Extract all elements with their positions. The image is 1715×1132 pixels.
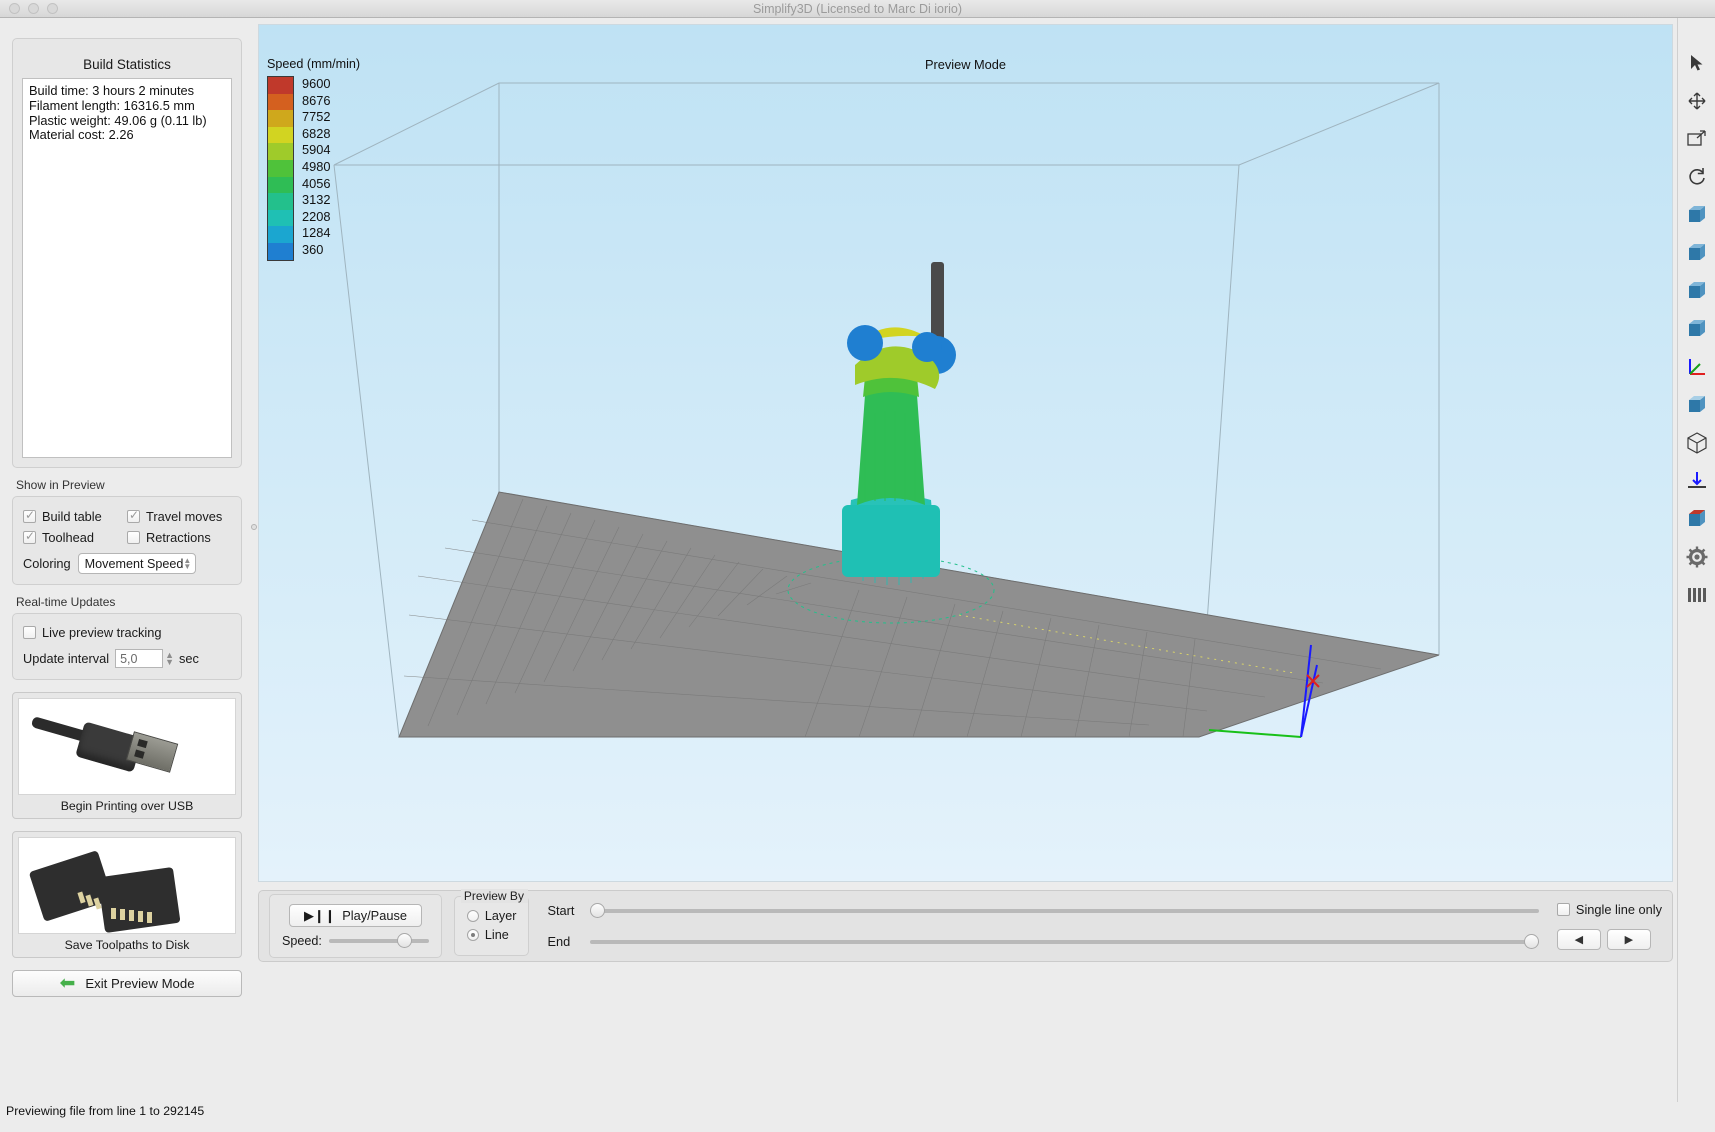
panel-splitter[interactable]: [250, 18, 258, 1102]
checkbox-build-table[interactable]: Build table: [23, 509, 127, 524]
settings-gear-icon[interactable]: [1682, 542, 1712, 572]
speed-slider-knob[interactable]: [397, 933, 412, 948]
update-interval-input[interactable]: [115, 649, 163, 668]
checkbox-retractions[interactable]: Retractions: [127, 530, 231, 545]
preview-by-group: Preview By Layer Line: [454, 896, 530, 956]
right-controls: Single line only ◀ ▶: [1557, 902, 1662, 950]
build-statistics-textbox: Build time: 3 hours 2 minutes Filament l…: [22, 78, 232, 458]
radio-preview-by-line[interactable]: Line: [467, 928, 517, 942]
view-top-icon[interactable]: [1682, 390, 1712, 420]
rotate-icon[interactable]: [1682, 162, 1712, 192]
coloring-selected-value: Movement Speed: [85, 557, 184, 571]
coloring-select[interactable]: Movement Speed ▲▼: [78, 553, 197, 574]
usb-connector-image: [18, 698, 236, 795]
update-interval-unit: sec: [179, 651, 199, 666]
right-toolbar: [1677, 18, 1715, 1102]
view-front-icon[interactable]: [1682, 200, 1712, 230]
move-icon[interactable]: [1682, 86, 1712, 116]
next-line-button[interactable]: ▶: [1607, 929, 1651, 950]
retractions-checkbox-box[interactable]: [127, 531, 140, 544]
save-toolpaths-to-disk-button[interactable]: Save Toolpaths to Disk: [12, 831, 242, 958]
interval-spinner-icon[interactable]: ▲▼: [165, 652, 174, 666]
toolhead-label: Toolhead: [42, 530, 94, 545]
stat-plastic-weight: Plastic weight: 49.06 g (0.11 lb): [29, 114, 225, 129]
cross-section-icon[interactable]: [1682, 504, 1712, 534]
window-title: Simplify3D (Licensed to Marc Di iorio): [0, 2, 1715, 16]
preview-by-label: Preview By: [461, 889, 529, 903]
end-slider-knob[interactable]: [1524, 934, 1539, 949]
live-preview-label: Live preview tracking: [42, 625, 162, 640]
start-slider-knob[interactable]: [590, 903, 605, 918]
window-title-bar: Simplify3D (Licensed to Marc Di iorio): [0, 0, 1715, 18]
view-right-icon[interactable]: [1682, 314, 1712, 344]
center-area: Preview Mode Speed (mm/min) 960086767752…: [258, 18, 1677, 1102]
radio-preview-by-layer[interactable]: Layer: [467, 909, 517, 923]
stat-build-time: Build time: 3 hours 2 minutes: [29, 84, 225, 99]
exit-preview-mode-button[interactable]: ⬅ Exit Preview Mode: [12, 970, 242, 997]
checkbox-travel-moves[interactable]: Travel moves: [127, 509, 231, 524]
coloring-label: Coloring: [23, 556, 71, 571]
build-statistics-group: Build Statistics Build time: 3 hours 2 m…: [12, 38, 242, 468]
speed-slider[interactable]: [329, 939, 429, 943]
bottom-sliver: [0, 1118, 1715, 1132]
toolpath-scene: [259, 25, 1673, 881]
play-pause-button[interactable]: ▶❙❙ Play/Pause: [289, 904, 422, 927]
exit-preview-mode-label: Exit Preview Mode: [85, 976, 194, 991]
build-statistics-title: Build Statistics: [22, 57, 232, 72]
playback-group: ▶❙❙ Play/Pause Speed:: [269, 894, 442, 958]
single-line-checkbox-box[interactable]: [1557, 903, 1570, 916]
left-panel: Build Statistics Build time: 3 hours 2 m…: [0, 18, 250, 1102]
toolhead-checkbox-box[interactable]: [23, 531, 36, 544]
travel-moves-label: Travel moves: [146, 509, 222, 524]
line-radio-button[interactable]: [467, 929, 479, 941]
right-arrow-icon: ▶: [1625, 933, 1633, 946]
preview-controls-bar: ▶❙❙ Play/Pause Speed: Preview By Layer: [258, 890, 1673, 962]
checkbox-single-line-only[interactable]: Single line only: [1557, 902, 1662, 917]
checkbox-live-preview-tracking[interactable]: Live preview tracking: [23, 625, 162, 640]
stat-material-cost: Material cost: 2.26: [29, 128, 225, 143]
layer-radio-button[interactable]: [467, 910, 479, 922]
stat-filament-length: Filament length: 16316.5 mm: [29, 99, 225, 114]
start-label: Start: [547, 903, 581, 918]
end-slider[interactable]: [590, 940, 1538, 944]
build-table-checkbox-box[interactable]: [23, 510, 36, 523]
build-table-label: Build table: [42, 509, 102, 524]
play-pause-label: Play/Pause: [342, 908, 407, 923]
layer-radio-label: Layer: [485, 909, 517, 923]
axes-icon[interactable]: [1682, 352, 1712, 382]
live-preview-checkbox-box[interactable]: [23, 626, 36, 639]
splitter-handle-icon[interactable]: [251, 524, 257, 530]
left-arrow-icon: ◀: [1575, 933, 1583, 946]
chevron-updown-icon[interactable]: ▲▼: [183, 558, 193, 570]
3d-viewport[interactable]: Preview Mode Speed (mm/min) 960086767752…: [258, 24, 1673, 882]
back-arrow-icon: ⬅: [59, 977, 75, 991]
view-back-icon[interactable]: [1682, 238, 1712, 268]
view-iso-icon[interactable]: [1682, 428, 1712, 458]
sd-card-image: [18, 837, 236, 934]
view-bottom-icon[interactable]: [1682, 466, 1712, 496]
play-pause-icon: ▶❙❙: [304, 908, 335, 924]
end-label: End: [547, 934, 581, 949]
usb-button-label: Begin Printing over USB: [18, 795, 236, 815]
retractions-label: Retractions: [146, 530, 211, 545]
scale-icon[interactable]: [1682, 124, 1712, 154]
single-line-label: Single line only: [1576, 902, 1662, 917]
realtime-updates-label: Real-time Updates: [16, 595, 242, 609]
layers-icon[interactable]: [1682, 580, 1712, 610]
travel-moves-checkbox-box[interactable]: [127, 510, 140, 523]
line-radio-label: Line: [485, 928, 509, 942]
checkbox-toolhead[interactable]: Toolhead: [23, 530, 127, 545]
start-slider[interactable]: [590, 909, 1538, 913]
previous-line-button[interactable]: ◀: [1557, 929, 1601, 950]
sd-button-label: Save Toolpaths to Disk: [18, 934, 236, 954]
update-interval-label: Update interval: [23, 651, 109, 666]
speed-label: Speed:: [282, 934, 322, 948]
realtime-updates-group: Live preview tracking Update interval ▲▼…: [12, 613, 242, 680]
select-arrow-icon[interactable]: [1682, 48, 1712, 78]
begin-printing-over-usb-button[interactable]: Begin Printing over USB: [12, 692, 242, 819]
range-sliders: Start End: [541, 903, 1544, 949]
view-left-icon[interactable]: [1682, 276, 1712, 306]
show-in-preview-group: Build table Travel moves Toolhead Retrac…: [12, 496, 242, 585]
show-in-preview-label: Show in Preview: [16, 478, 242, 492]
